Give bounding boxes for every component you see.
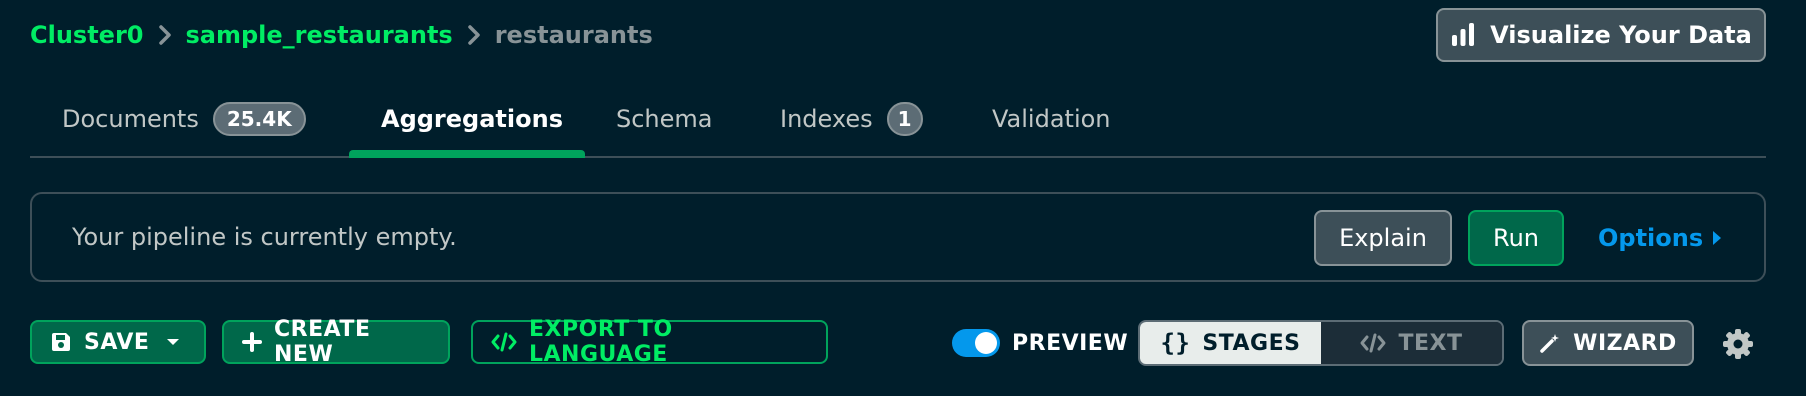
- view-mode-switch: {} STAGES TEXT: [1138, 320, 1504, 366]
- export-label: EXPORT TO LANGUAGE: [529, 317, 673, 367]
- plus-icon: [242, 332, 262, 352]
- tab-documents[interactable]: Documents 25.4K: [62, 80, 306, 158]
- preview-toggle-group: PREVIEW: [952, 320, 1128, 366]
- run-button[interactable]: Run: [1468, 210, 1564, 266]
- gear-icon[interactable]: [1722, 328, 1754, 360]
- chevron-right-icon: [467, 24, 481, 46]
- text-view-button[interactable]: TEXT: [1321, 322, 1502, 364]
- bar-chart-icon: [1450, 22, 1476, 48]
- visualize-data-label: Visualize Your Data: [1490, 21, 1752, 49]
- active-tab-indicator: [349, 150, 585, 158]
- pipeline-empty-message: Your pipeline is currently empty.: [72, 223, 457, 251]
- preview-toggle[interactable]: [952, 329, 1000, 357]
- collection-tabs: Documents 25.4K Aggregations Schema Inde…: [30, 80, 1766, 158]
- caret-down-icon[interactable]: [165, 337, 181, 347]
- save-label: SAVE: [84, 329, 150, 355]
- stages-label: STAGES: [1202, 330, 1301, 356]
- save-button[interactable]: SAVE: [30, 320, 206, 364]
- breadcrumb: Cluster0 sample_restaurants restaurants: [30, 18, 653, 52]
- options-button[interactable]: Options: [1598, 210, 1723, 266]
- tab-documents-label: Documents: [62, 105, 199, 133]
- wizard-button[interactable]: WIZARD: [1522, 320, 1694, 366]
- documents-count-badge: 25.4K: [212, 102, 306, 136]
- code-icon: [491, 332, 517, 352]
- create-new-label: CREATE NEW: [274, 317, 371, 367]
- toggle-knob: [975, 332, 997, 354]
- chevron-right-icon: [158, 24, 172, 46]
- export-to-language-button[interactable]: EXPORT TO LANGUAGE: [471, 317, 828, 367]
- explain-button[interactable]: Explain: [1314, 210, 1452, 266]
- breadcrumb-cluster[interactable]: Cluster0: [30, 21, 144, 49]
- breadcrumb-database[interactable]: sample_restaurants: [186, 21, 453, 49]
- tab-validation[interactable]: Validation: [992, 80, 1111, 158]
- breadcrumb-collection: restaurants: [494, 21, 653, 49]
- preview-label: PREVIEW: [1012, 330, 1129, 356]
- options-label: Options: [1598, 224, 1704, 252]
- tab-schema[interactable]: Schema: [616, 80, 713, 158]
- magic-wand-icon: [1539, 332, 1561, 354]
- tab-validation-label: Validation: [992, 105, 1111, 133]
- curly-braces-icon: {}: [1160, 329, 1191, 357]
- pipeline-toolbar: SAVE CREATE NEW EXPORT TO LANGUAGE PREVI…: [30, 317, 1766, 367]
- pipeline-panel: Your pipeline is currently empty. Explai…: [30, 192, 1766, 282]
- stages-view-button[interactable]: {} STAGES: [1140, 322, 1321, 364]
- visualize-data-button[interactable]: Visualize Your Data: [1436, 8, 1766, 62]
- floppy-disk-icon: [50, 331, 72, 353]
- aggregations-page: Cluster0 sample_restaurants restaurants …: [0, 0, 1806, 396]
- indexes-count-badge: 1: [886, 102, 923, 136]
- tab-indexes-label: Indexes: [780, 105, 873, 133]
- text-label: TEXT: [1398, 330, 1463, 356]
- caret-right-icon: [1711, 229, 1723, 247]
- code-icon: [1360, 333, 1386, 353]
- tab-schema-label: Schema: [616, 105, 713, 133]
- create-new-button[interactable]: CREATE NEW: [222, 317, 450, 367]
- tab-aggregations-label: Aggregations: [381, 105, 563, 133]
- wizard-label: WIZARD: [1573, 330, 1677, 356]
- tab-indexes[interactable]: Indexes 1: [780, 80, 923, 158]
- tab-aggregations[interactable]: Aggregations: [381, 80, 563, 158]
